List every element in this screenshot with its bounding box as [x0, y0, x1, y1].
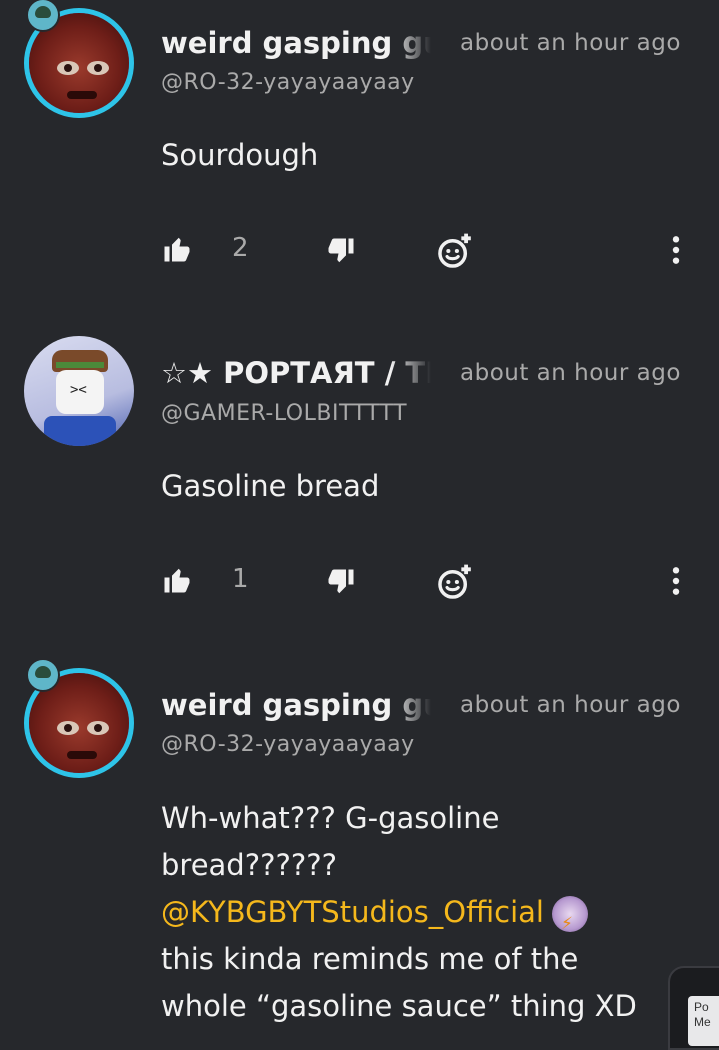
floating-mini-card[interactable]: Po Me [668, 966, 719, 1050]
more-vertical-icon [672, 567, 680, 595]
comment-text: Wh-what??? G-gasoline bread?????? @KYBGB… [161, 795, 681, 1030]
comment-actions: 2 [0, 230, 719, 270]
author-name[interactable]: weird gasping guy [161, 26, 431, 60]
timestamp: about an hour ago [460, 692, 681, 718]
more-options-button[interactable] [670, 234, 682, 266]
creator-badge-icon [551, 896, 588, 948]
add-reaction-button[interactable] [436, 232, 474, 270]
dislike-button[interactable] [326, 236, 356, 266]
like-count: 1 [232, 564, 249, 594]
add-emoji-icon [438, 564, 471, 599]
comment-text-line: whole “gasoline sauce” thing XD [161, 989, 637, 1023]
comment-text-line: this kinda reminds me of the [161, 942, 579, 976]
comment-text-line: bread?????? [161, 848, 338, 882]
more-vertical-icon [672, 236, 680, 264]
thumb-up-icon [164, 568, 190, 593]
avatar-badge-icon [26, 658, 60, 692]
comment-text: Gasoline bread [161, 469, 380, 503]
timestamp: about an hour ago [460, 30, 681, 56]
author-name[interactable]: weird gasping guy [161, 688, 431, 722]
mention-line: @KYBGBYTStudios_Official [161, 889, 681, 948]
dislike-button[interactable] [326, 567, 356, 597]
author-handle[interactable]: @RO-32-yayayaayaay [161, 70, 415, 95]
comment-actions: 1 [0, 561, 719, 601]
like-count: 2 [232, 233, 249, 263]
avatar[interactable]: >< [24, 336, 134, 446]
more-options-button[interactable] [670, 565, 682, 597]
like-button[interactable] [162, 234, 192, 264]
author-name[interactable]: ☆★ РОРТАЯТ / ТНЕ [161, 356, 431, 390]
author-handle[interactable]: @RO-32-yayayaayaay [161, 732, 415, 757]
mention-link[interactable]: @KYBGBYTStudios_Official [161, 895, 544, 929]
thumb-up-icon [164, 237, 190, 262]
mini-card-thumbnail: Po Me [688, 996, 719, 1046]
timestamp: about an hour ago [460, 360, 681, 386]
thumb-down-icon [328, 569, 354, 594]
thumb-down-icon [328, 238, 354, 263]
comment-text-line: Wh-what??? G-gasoline [161, 801, 500, 835]
author-handle[interactable]: @GAMER-LOLBITTTTT [161, 401, 407, 426]
add-emoji-icon [438, 233, 471, 268]
add-reaction-button[interactable] [436, 563, 474, 601]
comment-text: Sourdough [161, 138, 319, 172]
like-button[interactable] [162, 565, 192, 595]
